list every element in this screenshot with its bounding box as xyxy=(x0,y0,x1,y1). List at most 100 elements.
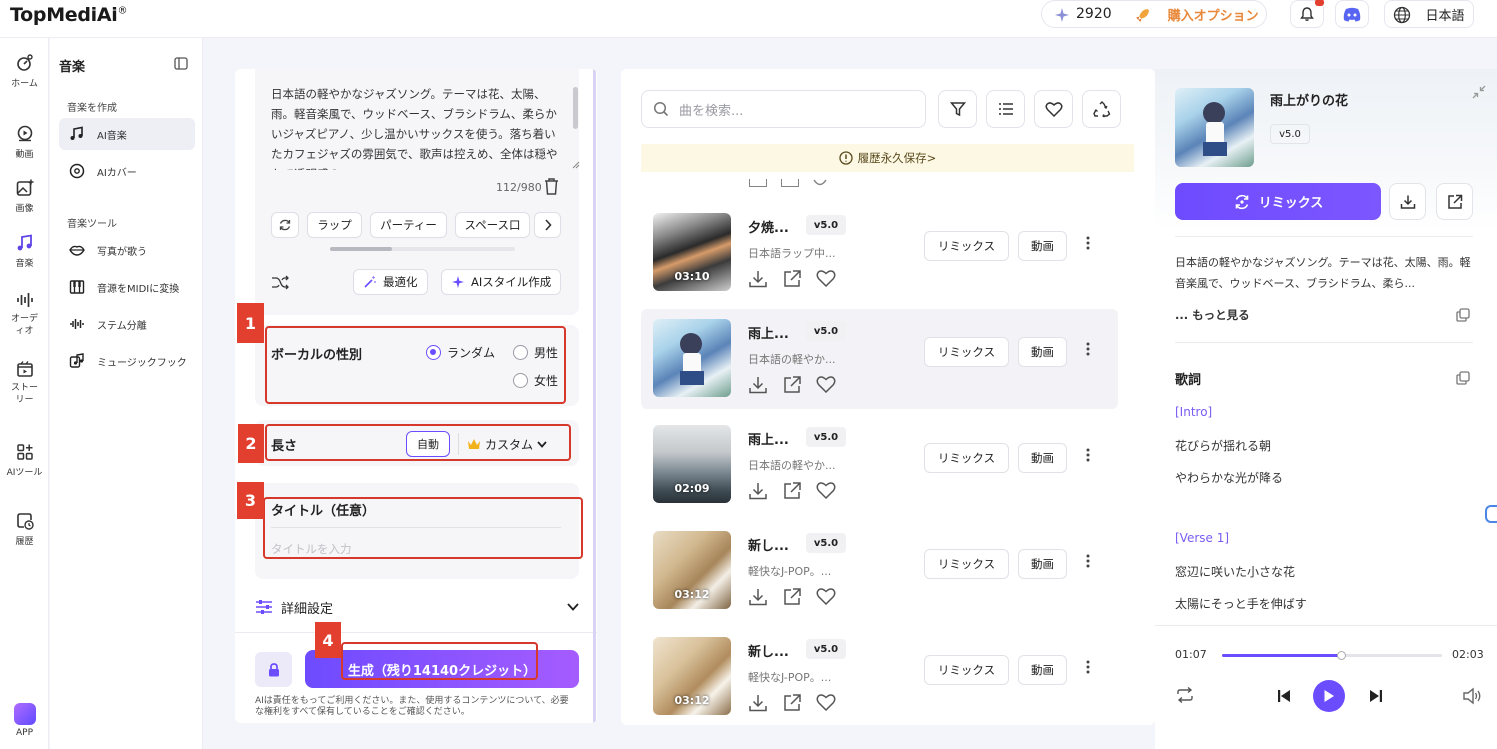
chips-scrollbar[interactable] xyxy=(330,247,515,251)
search-input[interactable]: 曲を検索... xyxy=(641,90,926,128)
style-chip[interactable]: スペース口 xyxy=(455,212,530,238)
download-icon[interactable] xyxy=(748,693,768,713)
video-button[interactable]: 動画 xyxy=(1018,443,1067,473)
nav-audio[interactable]: オーディオ xyxy=(0,290,49,337)
more-options-button[interactable] xyxy=(1086,235,1090,254)
nav-music[interactable]: 音楽 xyxy=(0,233,49,269)
sidebar-item-music-hook[interactable]: ミュージックフック xyxy=(59,345,195,377)
style-chip[interactable]: パーティー xyxy=(370,212,447,238)
progress-knob[interactable] xyxy=(1336,651,1346,660)
nav-video[interactable]: 動画 xyxy=(0,124,49,160)
nav-ai-tools[interactable]: AIツール xyxy=(0,442,49,478)
detail-share-button[interactable] xyxy=(1436,183,1473,220)
heart-icon[interactable] xyxy=(816,375,836,393)
share-icon[interactable] xyxy=(782,375,802,395)
song-thumbnail[interactable]: 02:09 xyxy=(653,425,731,503)
chips-scroll-thumb[interactable] xyxy=(330,247,392,251)
advanced-settings-toggle[interactable]: 詳細設定 xyxy=(255,597,581,617)
share-icon[interactable] xyxy=(782,693,802,713)
volume-icon[interactable] xyxy=(1462,687,1482,705)
nav-story[interactable]: ストーリー xyxy=(0,359,49,406)
song-row-selected[interactable]: 雨上... v5.0 日本語の軽やか... リミックス 動画 xyxy=(641,309,1118,409)
nav-image[interactable]: 画像 xyxy=(0,178,49,214)
download-icon[interactable] xyxy=(748,375,768,395)
play-button[interactable] xyxy=(1313,680,1345,712)
filter-button[interactable] xyxy=(938,90,977,128)
song-row[interactable]: 02:09 雨上... v5.0 日本語の軽やか... リミックス 動画 xyxy=(641,415,1118,515)
sidebar-item-stem[interactable]: ステム分離 xyxy=(59,308,195,340)
detail-remix-button[interactable]: リミックス xyxy=(1175,183,1381,220)
buy-options-link[interactable]: 購入オプション xyxy=(1168,5,1259,24)
sidebar-item-photo-sing[interactable]: 写真が歌う xyxy=(59,234,195,266)
collapse-icon[interactable] xyxy=(1472,85,1486,99)
heart-icon[interactable] xyxy=(816,269,836,287)
logo[interactable]: TopMediAi® xyxy=(10,4,128,26)
language-selector[interactable]: 日本語 xyxy=(1384,0,1474,28)
video-button[interactable]: 動画 xyxy=(1018,337,1067,367)
lock-button[interactable] xyxy=(255,652,292,687)
recycle-button[interactable] xyxy=(1082,90,1121,128)
share-icon[interactable] xyxy=(782,269,802,289)
share-icon[interactable] xyxy=(782,481,802,501)
remix-button[interactable]: リミックス xyxy=(924,443,1009,473)
list-view-button[interactable] xyxy=(986,90,1025,128)
show-more-link[interactable]: ... もっと見る xyxy=(1175,307,1250,323)
download-icon[interactable] xyxy=(748,481,768,501)
song-thumbnail[interactable]: 03:12 xyxy=(653,531,731,609)
notification-button[interactable] xyxy=(1290,0,1324,28)
sidebar-item-midi[interactable]: 音源をMIDIに変換 xyxy=(59,271,195,303)
style-chip[interactable]: ラップ xyxy=(307,212,362,238)
heart-icon[interactable] xyxy=(816,587,836,605)
optimize-button[interactable]: 最適化 xyxy=(353,269,428,295)
floating-side-tab[interactable] xyxy=(1485,505,1497,523)
sidebar-item-ai-cover[interactable]: AIカバー xyxy=(59,155,195,187)
share-icon[interactable] xyxy=(782,587,802,607)
shuffle-chips-button[interactable] xyxy=(271,212,299,238)
nav-app[interactable]: APP xyxy=(0,703,49,738)
remix-button[interactable]: リミックス xyxy=(924,337,1009,367)
nav-home[interactable]: ホーム xyxy=(0,53,49,89)
video-button[interactable]: 動画 xyxy=(1018,231,1067,261)
discord-button[interactable] xyxy=(1335,0,1369,28)
detail-download-button[interactable] xyxy=(1389,183,1426,220)
song-thumbnail[interactable] xyxy=(653,319,731,397)
trash-icon[interactable] xyxy=(543,177,560,196)
video-button[interactable]: 動画 xyxy=(1018,549,1067,579)
song-row[interactable]: 03:12 新し... v5.0 軽快なJ-POP。... リミックス 動画 xyxy=(641,521,1118,621)
next-track-icon[interactable] xyxy=(1369,689,1383,703)
song-thumbnail[interactable]: 03:10 xyxy=(653,213,731,291)
download-icon[interactable] xyxy=(748,587,768,607)
song-row[interactable]: 03:12 新し... v5.0 軽快なJ-POP。... リミックス 動画 xyxy=(641,627,1118,725)
remix-button[interactable]: リミックス xyxy=(924,549,1009,579)
description-scrollbar[interactable] xyxy=(573,87,578,129)
nav-history[interactable]: 履歴 xyxy=(0,511,49,547)
more-options-button[interactable] xyxy=(1086,553,1090,572)
more-options-button[interactable] xyxy=(1086,447,1090,466)
remix-button[interactable]: リミックス xyxy=(924,655,1009,685)
song-row[interactable]: 03:10 夕焼... v5.0 日本語ラップ中... リミックス 動画 xyxy=(641,203,1118,303)
more-options-button[interactable] xyxy=(1086,341,1090,360)
copy-lyrics-icon[interactable] xyxy=(1456,371,1470,385)
repeat-icon[interactable] xyxy=(1175,687,1195,703)
description-textarea[interactable]: 日本語の軽やかなジャズソング。テーマは花、太陽、雨。軽音楽風で、ウッドベース、ブ… xyxy=(271,84,561,170)
ai-style-button[interactable]: AIスタイル作成 xyxy=(441,269,562,295)
composer-scrollbar[interactable] xyxy=(593,69,596,723)
progress-bar[interactable] xyxy=(1222,651,1442,660)
sidebar-item-ai-music[interactable]: AI音楽 xyxy=(59,118,195,150)
heart-icon[interactable] xyxy=(816,693,836,711)
favorites-button[interactable] xyxy=(1034,90,1073,128)
download-icon[interactable] xyxy=(748,269,768,289)
collapse-sidebar-icon[interactable] xyxy=(174,57,188,70)
history-notice-bar[interactable]: 履歴永久保存> xyxy=(641,144,1134,172)
chips-next-button[interactable] xyxy=(534,212,561,238)
shuffle-icon[interactable] xyxy=(271,275,290,290)
song-thumbnail[interactable]: 03:12 xyxy=(653,637,731,715)
video-button[interactable]: 動画 xyxy=(1018,655,1067,685)
resize-handle-icon[interactable] xyxy=(572,161,580,169)
previous-track-icon[interactable] xyxy=(1277,689,1291,703)
credits-pill[interactable]: 2920 購入オプション xyxy=(1041,0,1267,28)
copy-icon[interactable] xyxy=(1456,308,1470,322)
remix-button[interactable]: リミックス xyxy=(924,231,1009,261)
heart-icon[interactable] xyxy=(816,481,836,499)
more-options-button[interactable] xyxy=(1086,659,1090,678)
